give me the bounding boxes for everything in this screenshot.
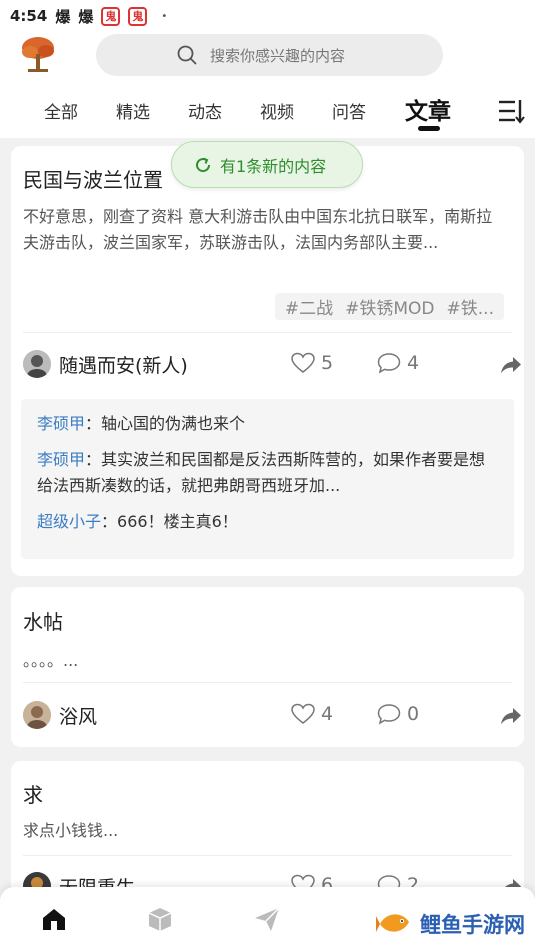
- post-title: 水帖: [23, 610, 63, 634]
- comment-bubble-icon: [377, 704, 401, 725]
- divider: [23, 332, 512, 333]
- comment-separator: ：: [85, 414, 102, 433]
- bottom-nav-bar: 鲤鱼手游网: [0, 887, 535, 951]
- user-avatar-icon: [23, 701, 51, 729]
- share-arrow-icon[interactable]: [500, 354, 522, 376]
- status-dot: •: [161, 10, 168, 22]
- comment-preview-box[interactable]: 李硕甲：轴心国的伪满也来个 李硕甲：其实波兰和民国都是反法西斯阵营的，如果作者要…: [21, 399, 514, 559]
- like-count: 5: [321, 352, 334, 374]
- tab-featured[interactable]: 精选: [116, 98, 150, 123]
- comment-item: 李硕甲：轴心国的伪满也来个: [37, 411, 498, 437]
- comment-item: 李硕甲：其实波兰和民国都是反法西斯阵营的，如果作者要是想给法西斯凑数的话，就把弗…: [37, 447, 498, 499]
- tab-articles[interactable]: 文章: [405, 92, 451, 126]
- divider: [23, 855, 512, 856]
- commenter-name[interactable]: 超级小子: [37, 512, 101, 531]
- author-row: 随遇而安(新人): [23, 349, 512, 379]
- comment-separator: ：: [101, 512, 118, 531]
- post-tags: #二战 #铁锈MOD #铁...: [274, 293, 504, 320]
- post-title: 求: [23, 783, 43, 807]
- heart-icon: [291, 703, 315, 724]
- notification-icon: 爆: [78, 7, 94, 26]
- avatar[interactable]: [23, 701, 51, 729]
- new-content-toast[interactable]: 有1条新的内容: [171, 141, 363, 188]
- post-title: 民国与波兰位置: [23, 168, 163, 192]
- author-row: 浴风: [23, 700, 512, 730]
- refresh-icon: [196, 157, 211, 172]
- tab-all[interactable]: 全部: [44, 98, 78, 123]
- tab-dynamic[interactable]: 动态: [188, 98, 222, 123]
- carp-logo-icon: [376, 914, 409, 932]
- home-icon[interactable]: [40, 905, 68, 933]
- post-excerpt: 。。。。...: [23, 651, 79, 670]
- comment-count: 4: [407, 352, 420, 374]
- commenter-name[interactable]: 李硕甲: [37, 414, 85, 433]
- send-icon[interactable]: [253, 905, 281, 933]
- box-icon[interactable]: [146, 905, 174, 933]
- active-tab-indicator: [418, 126, 440, 131]
- author-name[interactable]: 随遇而安(新人): [59, 351, 188, 378]
- app-badge-icon: 鬼: [101, 6, 121, 26]
- comment-button[interactable]: 4: [377, 352, 419, 374]
- comment-separator: ：: [85, 450, 102, 469]
- toast-text: 有1条新的内容: [220, 156, 327, 176]
- status-time: 4:54: [10, 7, 48, 25]
- app-logo-avatar[interactable]: [16, 32, 60, 76]
- post-excerpt: 不好意思，刚查了资料 意大利游击队由中国东北抗日联军，南斯拉夫游击队，波兰国家军…: [23, 207, 493, 252]
- like-button[interactable]: 4: [291, 703, 333, 725]
- comment-text: 轴心国的伪满也来个: [101, 414, 246, 433]
- top-bar: 4:54 爆 爆 鬼 鬼 • 搜索你感兴趣的内容 全部 精选 动态 视频 问答 …: [0, 0, 535, 138]
- tag[interactable]: #铁...: [447, 294, 494, 319]
- watermark-text: 鲤鱼手游网: [420, 913, 525, 937]
- avatar[interactable]: [23, 350, 51, 378]
- post-card[interactable]: 水帖 。。。。... 浴风 4 0: [11, 587, 524, 747]
- app-badge-icon: 鬼: [128, 6, 148, 26]
- share-arrow-icon[interactable]: [500, 705, 522, 727]
- author-name[interactable]: 浴风: [59, 702, 97, 729]
- search-bar[interactable]: 搜索你感兴趣的内容: [96, 34, 443, 76]
- search-icon: [177, 45, 197, 65]
- heart-icon: [291, 352, 315, 373]
- category-tabs: 全部 精选 动态 视频 问答 文章: [0, 92, 535, 132]
- status-bar: 4:54 爆 爆 鬼 鬼 •: [10, 4, 167, 28]
- comment-item: 超级小子：666！楼主真6！: [37, 509, 498, 535]
- commenter-name[interactable]: 李硕甲: [37, 450, 85, 469]
- tab-qa[interactable]: 问答: [332, 98, 366, 123]
- tab-video[interactable]: 视频: [260, 98, 294, 123]
- tag[interactable]: #铁锈MOD: [345, 294, 434, 319]
- user-avatar-icon: [23, 350, 51, 378]
- notification-icon: 爆: [55, 7, 71, 26]
- tree-logo-icon: [16, 32, 60, 76]
- menu-icon[interactable]: [497, 98, 525, 124]
- divider: [23, 682, 512, 683]
- site-watermark: 鲤鱼手游网: [376, 907, 525, 941]
- comment-bubble-icon: [377, 353, 401, 374]
- tag[interactable]: #二战: [285, 294, 333, 319]
- post-excerpt: 求点小钱钱...: [23, 821, 119, 840]
- like-button[interactable]: 5: [291, 352, 333, 374]
- comment-count: 0: [407, 703, 420, 725]
- post-card[interactable]: 民国与波兰位置 不好意思，刚查了资料 意大利游击队由中国东北抗日联军，南斯拉夫游…: [11, 146, 524, 576]
- comment-button[interactable]: 0: [377, 703, 419, 725]
- search-placeholder: 搜索你感兴趣的内容: [210, 46, 346, 65]
- like-count: 4: [321, 703, 334, 725]
- comment-text: 666！楼主真6！: [117, 512, 238, 531]
- comment-text: 其实波兰和民国都是反法西斯阵营的，如果作者要是想给法西斯凑数的话，就把弗朗哥西班…: [37, 450, 486, 495]
